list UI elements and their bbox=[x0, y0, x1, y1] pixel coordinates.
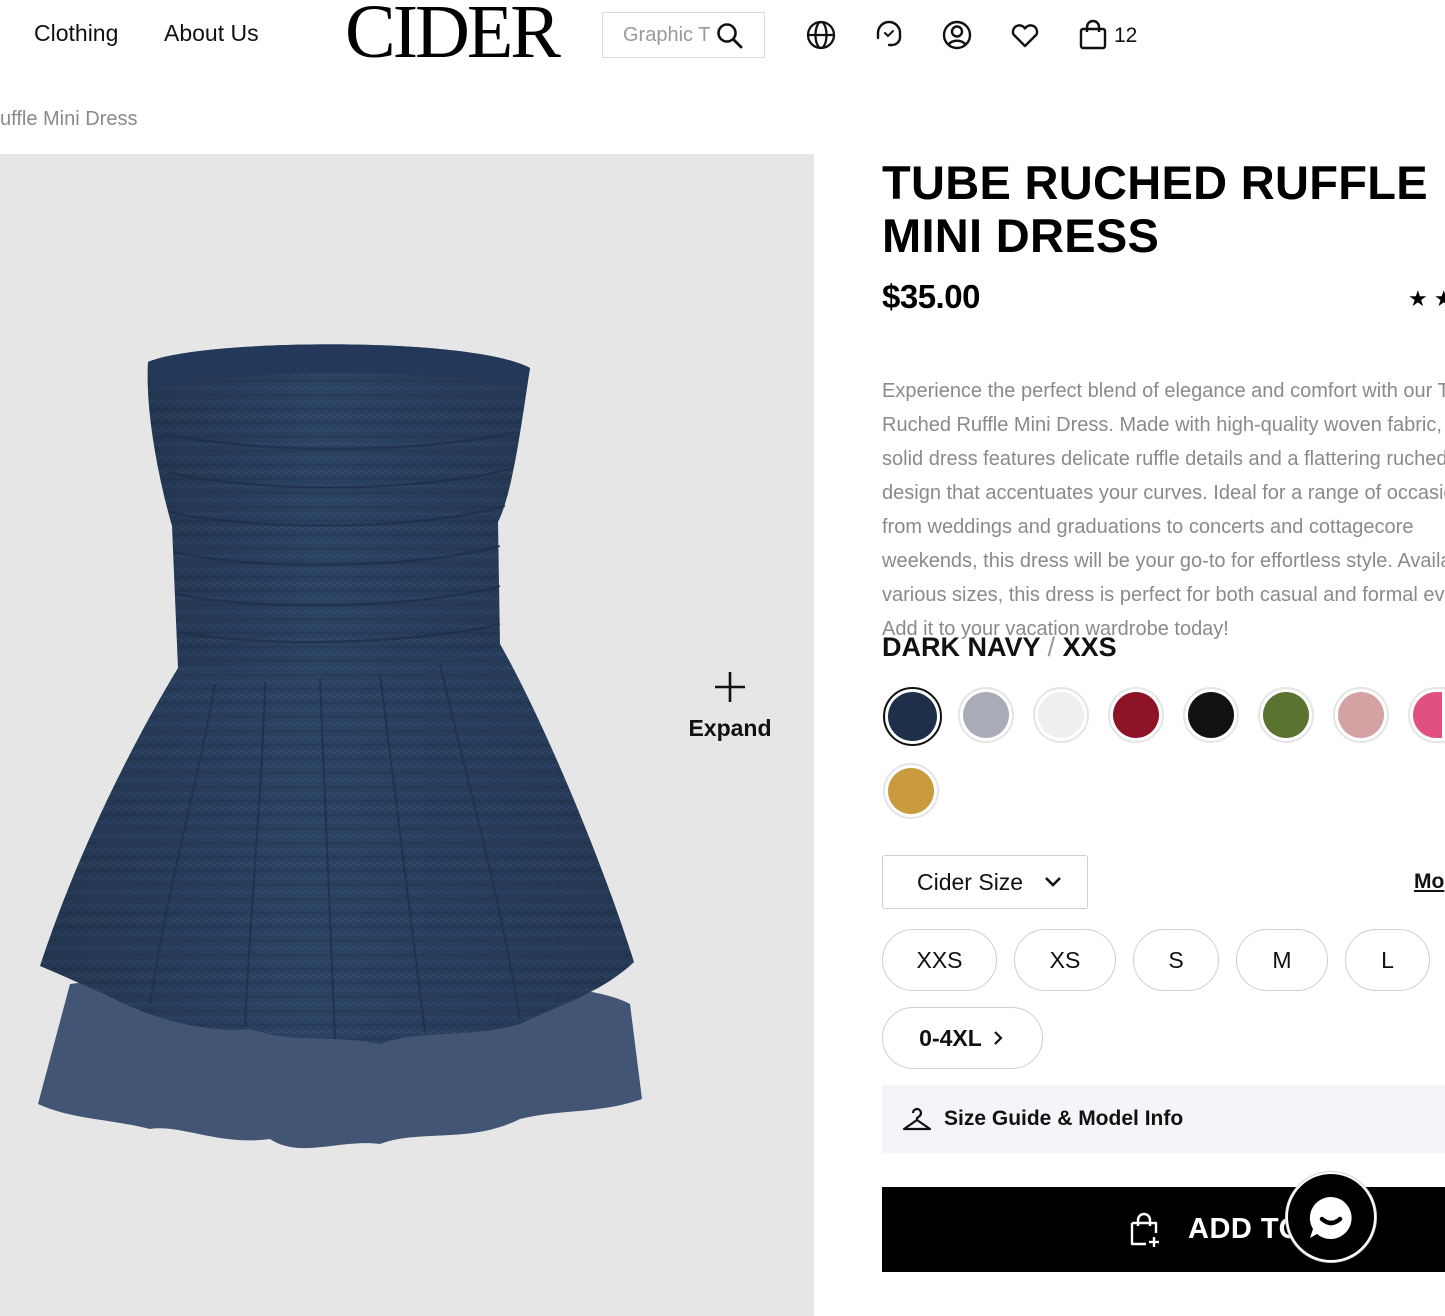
color-swatch-olive[interactable] bbox=[1258, 687, 1314, 743]
swatch-fill bbox=[1413, 692, 1442, 738]
size-system-label: Cider Size bbox=[917, 868, 1024, 895]
product-title: TUBE RUCHED RUFFLE MINI DRESS bbox=[882, 156, 1428, 262]
account-icon[interactable] bbox=[940, 18, 974, 52]
size-system-select[interactable]: Cider Size bbox=[882, 855, 1088, 909]
selected-color: DARK NAVY bbox=[882, 632, 1041, 662]
chevron-right-icon bbox=[994, 1031, 1003, 1045]
swatch-fill bbox=[1038, 692, 1084, 738]
size-option-xxs[interactable]: XXS bbox=[882, 929, 997, 991]
more-sizes-link[interactable]: Mo bbox=[1414, 870, 1444, 894]
size-option-xs[interactable]: XS bbox=[1014, 929, 1116, 991]
plus-icon bbox=[715, 672, 745, 702]
chat-button[interactable] bbox=[1286, 1172, 1376, 1262]
wishlist-heart-icon[interactable] bbox=[1008, 18, 1042, 52]
selected-size: XXS bbox=[1062, 632, 1117, 662]
swatch-fill bbox=[1113, 692, 1159, 738]
plus-size-button[interactable]: 0-4XL bbox=[882, 1007, 1043, 1069]
swatch-fill bbox=[1188, 692, 1234, 738]
selected-variant-label: DARK NAVY / XXS bbox=[882, 632, 1117, 662]
size-guide-label: Size Guide & Model Info bbox=[944, 1107, 1184, 1130]
color-swatch-yellow[interactable] bbox=[883, 763, 939, 819]
size-option-l[interactable]: L bbox=[1345, 929, 1430, 991]
swatch-fill bbox=[1263, 692, 1309, 738]
breadcrumb[interactable]: uffle Mini Dress bbox=[0, 108, 137, 131]
color-swatch-dark-navy[interactable] bbox=[883, 687, 942, 746]
globe-icon[interactable] bbox=[804, 18, 838, 52]
nav-clothing[interactable]: Clothing bbox=[34, 20, 118, 47]
brand-logo[interactable]: CIDER bbox=[345, 0, 561, 70]
size-guide-bar[interactable]: Size Guide & Model Info bbox=[882, 1085, 1445, 1153]
shopping-bag-icon[interactable] bbox=[1076, 18, 1110, 52]
search-icon[interactable] bbox=[716, 22, 744, 55]
cart-count-badge[interactable]: 12 bbox=[1114, 24, 1137, 48]
color-swatch-pink[interactable] bbox=[1408, 687, 1445, 743]
rating-stars[interactable]: ★ ★ bbox=[1408, 286, 1445, 312]
color-swatch-dusty-pink[interactable] bbox=[1333, 687, 1389, 743]
product-price: $35.00 bbox=[882, 278, 980, 315]
color-swatch-burgundy[interactable] bbox=[1108, 687, 1164, 743]
add-to-cart-label: ADD TO bbox=[1188, 1213, 1302, 1245]
size-option-s[interactable]: S bbox=[1133, 929, 1219, 991]
customer-service-icon[interactable] bbox=[872, 18, 906, 52]
size-option-m[interactable]: M bbox=[1236, 929, 1328, 991]
chevron-down-icon bbox=[1045, 877, 1061, 887]
swatch-fill bbox=[1338, 692, 1384, 738]
search-box[interactable] bbox=[602, 12, 765, 58]
color-swatch-grey[interactable] bbox=[958, 687, 1014, 743]
color-swatch-white[interactable] bbox=[1033, 687, 1089, 743]
swatch-fill bbox=[963, 692, 1009, 738]
hanger-icon bbox=[902, 1107, 932, 1131]
search-input[interactable] bbox=[623, 23, 711, 47]
expand-image-button[interactable]: Expand bbox=[680, 670, 780, 742]
nav-about-us[interactable]: About Us bbox=[164, 20, 259, 47]
swatch-fill bbox=[888, 692, 937, 741]
product-description: Experience the perfect blend of elegance… bbox=[882, 380, 1445, 640]
add-to-bag-icon bbox=[1130, 1212, 1159, 1247]
plus-size-label: 0-4XL bbox=[919, 1024, 982, 1051]
color-swatch-black[interactable] bbox=[1183, 687, 1239, 743]
expand-label: Expand bbox=[688, 715, 772, 741]
chat-bubble-icon bbox=[1309, 1196, 1352, 1239]
swatch-fill bbox=[888, 768, 934, 814]
product-image-panel[interactable]: Expand bbox=[0, 154, 814, 1316]
